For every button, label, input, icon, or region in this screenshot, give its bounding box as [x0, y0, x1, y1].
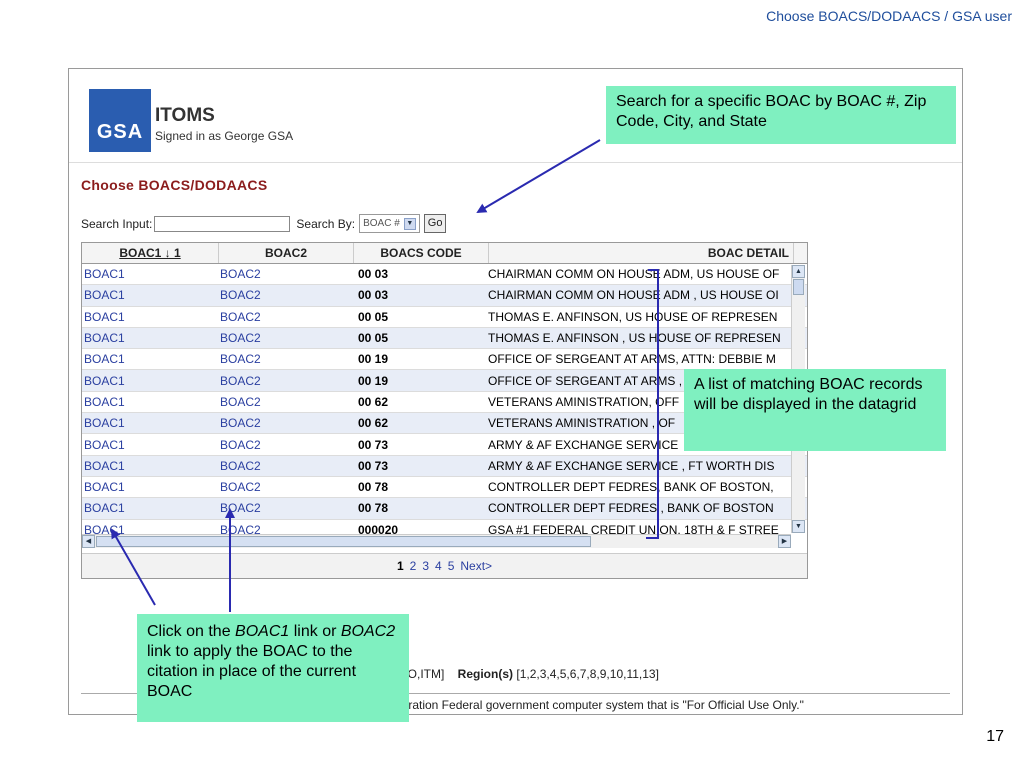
- list-bracket: [646, 269, 659, 539]
- callout-list: A list of matching BOAC records will be …: [684, 369, 946, 451]
- slide-number: 17: [986, 728, 1004, 745]
- callout-search: Search for a specific BOAC by BOAC #, Zi…: [606, 86, 956, 144]
- callout-click: Click on the BOAC1 link or BOAC2 link to…: [137, 614, 409, 722]
- arrow-to-boac1: [111, 528, 156, 606]
- arrow-to-search: [476, 139, 601, 214]
